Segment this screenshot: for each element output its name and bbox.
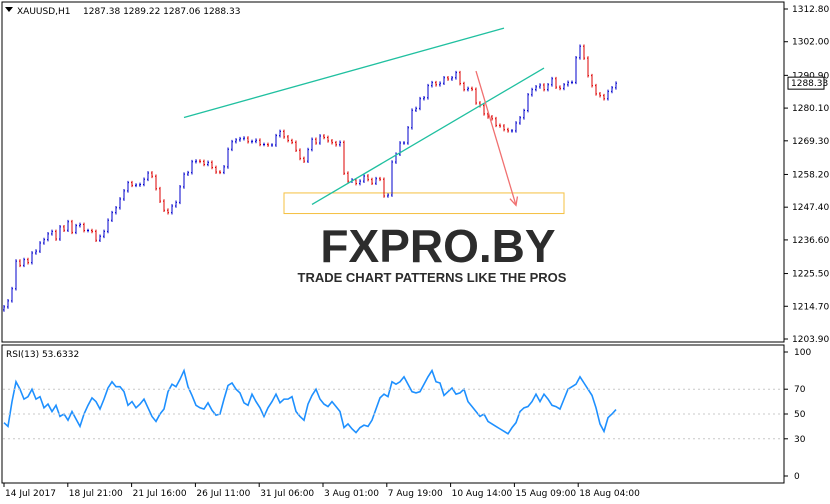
rsi-tick-label: 0 (794, 472, 800, 482)
ohlc-readout: 1287.38 1289.22 1287.06 1288.33 (83, 7, 240, 17)
watermark-brand: FXPRO.BY (320, 220, 555, 272)
watermark-tagline: TRADE CHART PATTERNS LIKE THE PROS (298, 270, 567, 285)
time-tick-label: 26 Jul 11:00 (196, 489, 250, 499)
rsi-tick-label: 50 (794, 410, 806, 420)
time-tick-label: 10 Aug 14:00 (452, 489, 513, 499)
price-tick-label: 1269.30 (792, 137, 829, 147)
time-tick-label: 18 Aug 04:00 (579, 489, 640, 499)
price-tick-label: 1258.20 (792, 170, 829, 180)
time-tick-label: 21 Jul 16:00 (133, 489, 187, 499)
rsi-tick-label: 70 (794, 385, 806, 395)
time-tick-label: 31 Jul 06:00 (260, 489, 314, 499)
current-price-tag: 1288.33 (787, 76, 828, 90)
time-tick-label: 7 Aug 19:00 (388, 489, 443, 499)
price-tick-label: 1247.40 (792, 203, 829, 213)
price-tick-label: 1203.90 (792, 335, 829, 345)
price-tick-label: 1312.80 (792, 5, 829, 15)
chart-header: XAUUSD,H1 1287.38 1289.22 1287.06 1288.3… (5, 7, 240, 17)
time-tick-label: 14 Jul 2017 (5, 489, 56, 499)
price-tick-label: 1236.60 (792, 236, 829, 246)
fxpro-watermark: FXPRO.BY TRADE CHART PATTERNS LIKE THE P… (298, 220, 567, 285)
time-tick-label: 3 Aug 01:00 (324, 489, 379, 499)
rsi-axis: 100 70 50 30 0 (784, 348, 811, 482)
price-axis: 1312.801302.001290.901280.101269.301258.… (784, 5, 829, 345)
rsi-tick-label: 30 (794, 435, 806, 445)
chart-svg: FXPRO.BY TRADE CHART PATTERNS LIKE THE P… (1, 1, 829, 499)
time-tick-label: 18 Jul 21:00 (69, 489, 123, 499)
price-tick-label: 1225.50 (792, 270, 829, 280)
rsi-tick-label: 100 (794, 348, 811, 358)
current-price-label: 1288.33 (791, 79, 828, 89)
price-tick-label: 1302.00 (792, 38, 829, 48)
symbol-label: XAUUSD,H1 (17, 7, 71, 17)
time-axis: 14 Jul 2017 18 Jul 21:00 21 Jul 16:00 26 Ju… (3, 483, 640, 499)
main-pane[interactable] (1, 1, 785, 343)
price-tick-label: 1214.70 (792, 302, 829, 312)
price-tick-label: 1280.10 (792, 104, 829, 114)
time-tick-label: 15 Aug 09:00 (515, 489, 576, 499)
rsi-label: RSI(13) 53.6332 (6, 350, 79, 360)
